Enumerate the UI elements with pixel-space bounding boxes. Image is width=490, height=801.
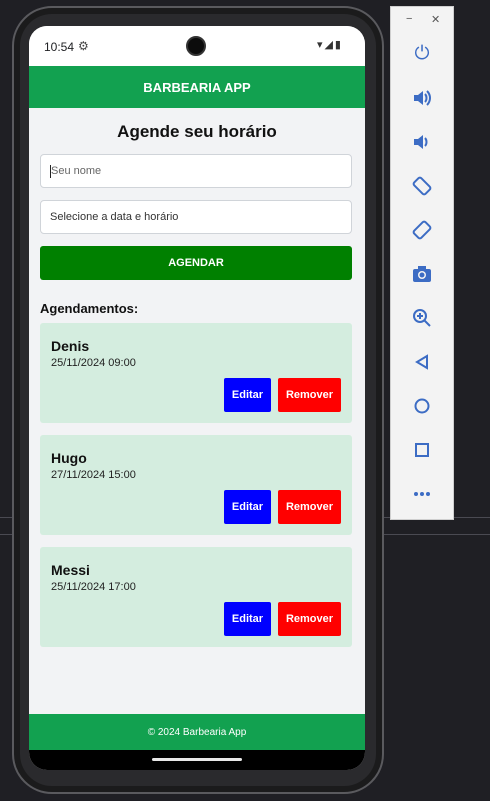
edit-button[interactable]: Editar xyxy=(224,490,271,524)
remove-button[interactable]: Remover xyxy=(278,602,341,636)
rotate-right-icon[interactable] xyxy=(407,215,437,245)
status-bar: 10:54 ⚙ ▾◢▮ xyxy=(29,26,365,66)
volume-down-icon[interactable] xyxy=(407,127,437,157)
appointments-label: Agendamentos: xyxy=(40,301,139,316)
emulator-toolbar: − ✕ ⏻ xyxy=(390,6,454,520)
appointment-name: Hugo xyxy=(51,450,87,466)
page-title: Agende seu horário xyxy=(117,122,277,141)
appointment-card: Denis 25/11/2024 09:00 Editar Remover xyxy=(40,323,352,423)
back-icon[interactable] xyxy=(407,347,437,377)
more-icon[interactable] xyxy=(407,479,437,509)
home-gesture-pill[interactable] xyxy=(152,758,242,761)
app-title: BARBEARIA APP xyxy=(143,79,251,95)
appointment-datetime: 25/11/2024 09:00 xyxy=(51,357,136,369)
minimize-icon[interactable]: − xyxy=(406,13,412,25)
overview-icon[interactable] xyxy=(407,435,437,465)
camera-icon[interactable] xyxy=(407,259,437,289)
name-input-placeholder: Seu nome xyxy=(51,165,102,177)
appointment-datetime: 27/11/2024 15:00 xyxy=(51,469,136,481)
status-time: 10:54 xyxy=(44,40,75,54)
schedule-button[interactable]: AGENDAR xyxy=(40,246,352,280)
appointment-card: Messi 25/11/2024 17:00 Editar Remover xyxy=(40,547,352,647)
home-icon[interactable] xyxy=(407,391,437,421)
gear-icon: ⚙ xyxy=(78,39,89,53)
camera-cutout xyxy=(186,36,206,56)
datetime-input[interactable]: Selecione a data e horário xyxy=(40,200,352,234)
edit-button[interactable]: Editar xyxy=(224,378,271,412)
app-screen: 10:54 ⚙ ▾◢▮ BARBEARIA APP Agende seu hor… xyxy=(29,26,365,770)
footer-text: © 2024 Barbearia App xyxy=(147,726,247,738)
appointment-datetime: 25/11/2024 17:00 xyxy=(51,581,136,593)
app-footer: © 2024 Barbearia App xyxy=(29,714,365,750)
edit-button[interactable]: Editar xyxy=(224,602,271,636)
appointment-name: Denis xyxy=(51,338,90,354)
toolbar-window-controls: − ✕ xyxy=(391,13,453,27)
appointment-card: Hugo 27/11/2024 15:00 Editar Remover xyxy=(40,435,352,535)
zoom-icon[interactable] xyxy=(407,303,437,333)
appointment-name: Messi xyxy=(51,562,90,578)
nav-bar xyxy=(29,750,365,770)
rotate-left-icon[interactable] xyxy=(407,171,437,201)
status-icons: ▾◢▮ xyxy=(316,39,343,51)
remove-button[interactable]: Remover xyxy=(278,490,341,524)
remove-button[interactable]: Remover xyxy=(278,378,341,412)
power-icon[interactable]: ⏻ xyxy=(407,39,437,69)
datetime-input-placeholder: Selecione a data e horário xyxy=(50,211,179,223)
app-header: BARBEARIA APP xyxy=(29,66,365,108)
volume-up-icon[interactable] xyxy=(407,83,437,113)
close-icon[interactable]: ✕ xyxy=(431,13,440,26)
name-input[interactable]: Seu nome xyxy=(40,154,352,188)
